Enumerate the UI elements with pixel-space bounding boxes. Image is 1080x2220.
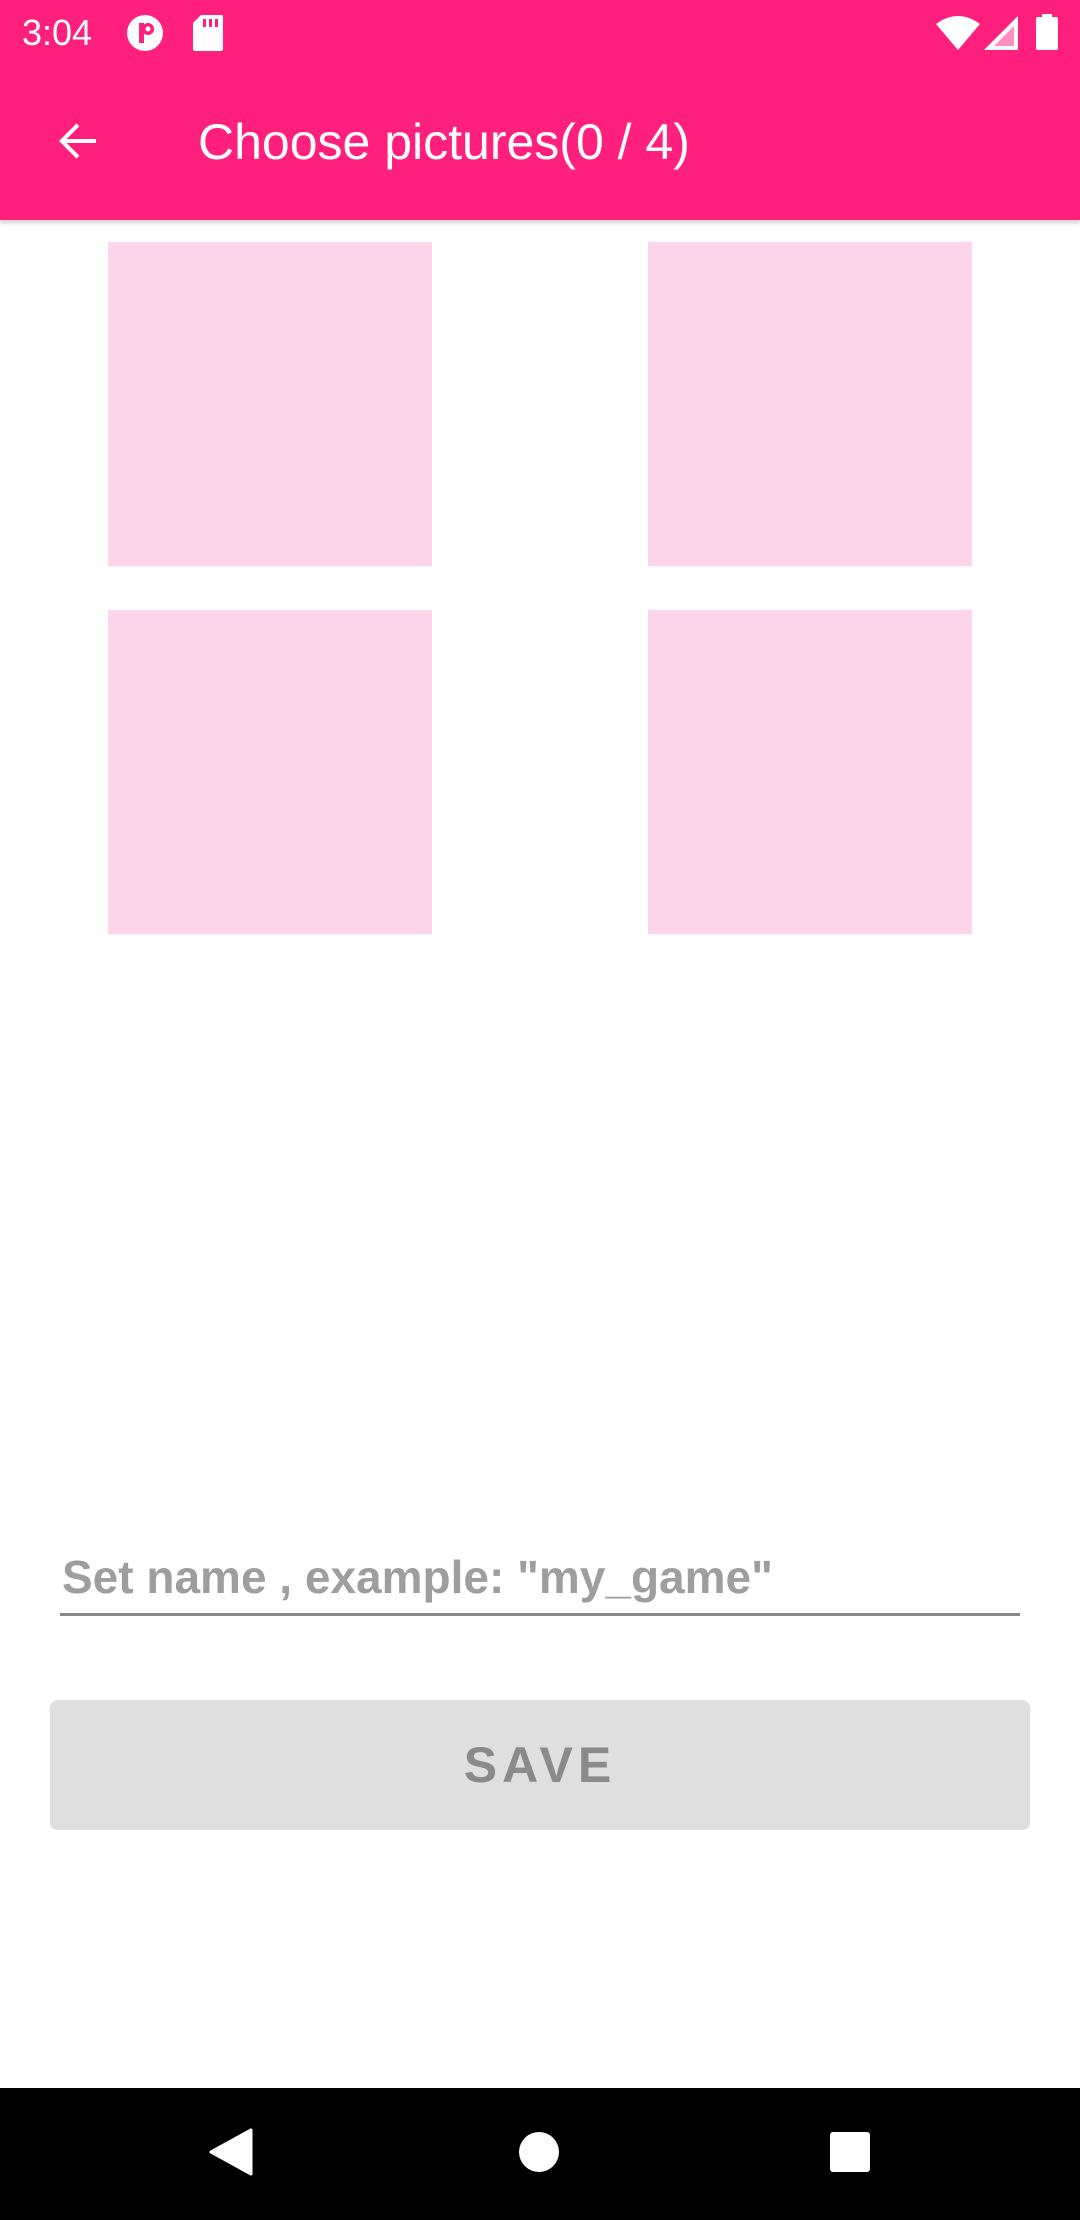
- nav-home-button[interactable]: [503, 2118, 575, 2190]
- picture-slot-1[interactable]: [108, 242, 432, 566]
- picture-slot-3[interactable]: [108, 610, 432, 934]
- battery-icon: [1036, 14, 1058, 55]
- page-title: Choose pictures(0 / 4): [198, 114, 690, 170]
- navigation-bar: [0, 2088, 1080, 2220]
- save-button[interactable]: SAVE: [50, 1700, 1030, 1830]
- picture-slot-2[interactable]: [648, 242, 972, 566]
- home-circle-icon: [518, 2131, 560, 2178]
- sd-card-icon: [192, 14, 224, 57]
- picture-slot-4[interactable]: [648, 610, 972, 934]
- nav-back-button[interactable]: [194, 2118, 266, 2190]
- app-bar: Choose pictures(0 / 4): [0, 66, 1080, 220]
- cell-signal-icon: [984, 16, 1018, 55]
- status-time: 3:04: [22, 12, 93, 53]
- notification-app-icon: [126, 14, 164, 57]
- recents-square-icon: [829, 2131, 871, 2178]
- name-input[interactable]: [60, 1540, 1020, 1616]
- wifi-icon: [936, 16, 980, 55]
- nav-recents-button[interactable]: [814, 2118, 886, 2190]
- arrow-back-icon: [54, 117, 102, 170]
- save-button-label: SAVE: [463, 1737, 617, 1793]
- status-bar: 3:04: [0, 0, 1080, 66]
- back-button[interactable]: [28, 102, 128, 184]
- back-triangle-icon: [207, 2128, 253, 2181]
